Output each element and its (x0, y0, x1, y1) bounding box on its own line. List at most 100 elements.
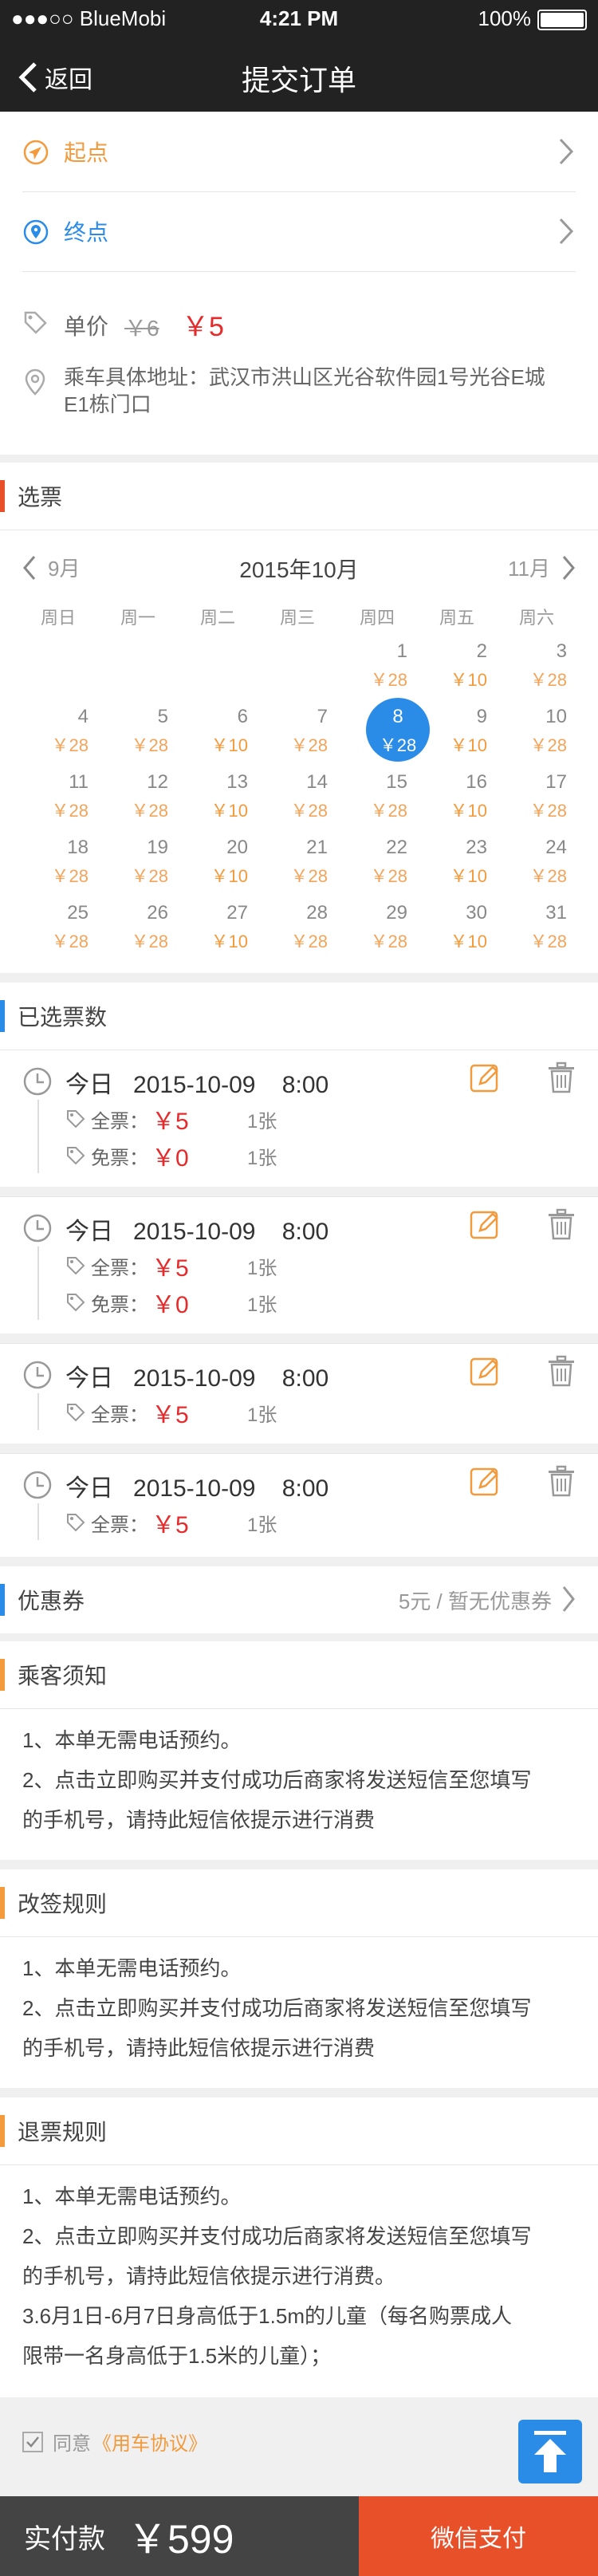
ticket-connector-line (37, 1393, 39, 1430)
day-number: 25 (67, 902, 89, 924)
trash-icon[interactable] (547, 1062, 576, 1093)
trash-icon[interactable] (547, 1355, 576, 1387)
edit-icon[interactable] (469, 1355, 501, 1387)
start-location-row[interactable]: 起点 (0, 112, 598, 191)
fare-type-label: 免票： (91, 1294, 148, 1316)
day-number: 6 (237, 706, 248, 727)
ticket-fare-row: 全票： ￥5 1张 (65, 1101, 277, 1136)
calendar-day[interactable]: 20 ￥10 (192, 837, 272, 888)
section-title: 选票 (18, 485, 63, 510)
calendar-day[interactable]: 29 ￥28 (352, 902, 431, 953)
day-number: 1 (396, 640, 407, 662)
day-price: ￥28 (379, 735, 417, 755)
calendar-day[interactable]: 1 ￥28 (352, 640, 431, 691)
ticket-connector-line (37, 1100, 39, 1173)
calendar-day-selected[interactable]: 8 ￥28 (358, 706, 438, 757)
calendar-day[interactable]: 3 ￥28 (511, 640, 591, 691)
agreement-link[interactable]: 《用车协议》 (92, 2428, 207, 2456)
calendar-day[interactable]: 14 ￥28 (272, 771, 352, 822)
selected-tickets-header: 已选票数 (0, 983, 598, 1050)
calendar-day[interactable]: 6 ￥10 (192, 706, 272, 757)
chevron-right-icon (562, 1586, 575, 1612)
scroll-to-top-button[interactable] (518, 2420, 582, 2483)
day-price: ￥28 (131, 735, 168, 755)
calendar-day[interactable]: 21 ￥28 (272, 837, 352, 888)
day-price: ￥28 (131, 801, 168, 821)
rule-line: 限带一名身高低于1.5米的儿童）； (22, 2344, 332, 2368)
ticket-item: 今日 2015-10-09 8:00 全票： ￥5 1张 (0, 1343, 598, 1444)
ticket-tag-icon (67, 1147, 85, 1165)
calendar-day[interactable]: 11 ￥28 (33, 771, 112, 822)
calendar-day[interactable]: 7 ￥28 (272, 706, 352, 757)
calendar-day[interactable]: 16 ￥10 (431, 771, 511, 822)
fare-type-label: 全票： (91, 1257, 148, 1279)
wechat-pay-button[interactable]: 微信支付 (359, 2496, 598, 2576)
price-tag-icon (24, 311, 47, 334)
day-price: ￥28 (370, 801, 407, 821)
section-accent-bar (0, 1584, 5, 1616)
calendar-day[interactable]: 26 ￥28 (112, 902, 192, 953)
edit-icon[interactable] (469, 1062, 501, 1093)
edit-icon[interactable] (469, 1465, 501, 1497)
calendar-day[interactable]: 15 ￥28 (352, 771, 431, 822)
ticket-tag-icon (67, 1294, 85, 1312)
agree-checkbox[interactable] (22, 2431, 43, 2452)
page-title: 提交订单 (241, 64, 356, 97)
day-number: 13 (226, 771, 248, 793)
section-title: 乘客须知 (18, 1664, 108, 1688)
calendar-day[interactable]: 12 ￥28 (112, 771, 192, 822)
calendar-day[interactable]: 23 ￥10 (431, 837, 511, 888)
calendar-day[interactable]: 17 ￥28 (511, 771, 591, 822)
fare-amount: ￥5 (151, 1255, 189, 1282)
day-number: 5 (157, 706, 168, 727)
rule-line: 1、本单无需电话预约。 (22, 1956, 242, 1980)
calendar-day[interactable]: 25 ￥28 (33, 902, 112, 953)
fare-amount: ￥0 (151, 1292, 189, 1318)
calendar: 9月 2015年10月 11月 周日 周一 周二 周三 周四 周五 周六 1 ￥28 2 ￥10 3… (0, 530, 598, 973)
day-number: 2 (476, 640, 487, 662)
calendar-day[interactable]: 18 ￥28 (33, 837, 112, 888)
rule-line: 3.6月1日-6月7日身高低于1.5m的儿童（每名购票成人 (22, 2304, 512, 2328)
passenger-notice-body: 1、本单无需电话预约。 2、点击立即购买并支付成功后商家将发送短信至您填写 的手… (0, 1708, 598, 1860)
day-number: 21 (306, 837, 328, 858)
calendar-day[interactable]: 28 ￥28 (272, 902, 352, 953)
day-number: 16 (466, 771, 487, 793)
total-label: 实付款 (24, 2523, 105, 2554)
day-number: 18 (67, 837, 89, 858)
checkout-bar: 实付款 ￥599 微信支付 (0, 2496, 598, 2576)
day-number: 28 (306, 902, 328, 924)
top-bar: ●●●○○ BlueMobi 4:21 PM 100% 返回 提交订单 (0, 0, 598, 112)
calendar-day[interactable]: 10 ￥28 (511, 706, 591, 757)
fare-count: 1张 (247, 1147, 277, 1169)
ticket-datetime: 今日 2015-10-09 8:00 (65, 1475, 329, 1502)
ticket-item: 今日 2015-10-09 8:00 全票： ￥5 1张 (0, 1453, 598, 1557)
coupon-value: 5元 / 暂无优惠券 (398, 1589, 552, 1613)
calendar-day[interactable]: 19 ￥28 (112, 837, 192, 888)
edit-icon[interactable] (469, 1208, 501, 1240)
weekday-label: 周四 (359, 608, 395, 628)
day-number: 22 (386, 837, 407, 858)
calendar-day[interactable]: 22 ￥28 (352, 837, 431, 888)
day-price: ￥10 (210, 866, 248, 886)
next-month-button[interactable]: 11月 (508, 553, 576, 582)
day-number: 20 (226, 837, 248, 858)
trash-icon[interactable] (547, 1465, 576, 1497)
calendar-day[interactable]: 5 ￥28 (112, 706, 192, 757)
day-number: 4 (77, 706, 89, 727)
current-price: ￥5 (182, 312, 224, 342)
calendar-day[interactable]: 31 ￥28 (511, 902, 591, 953)
location-pin-icon (23, 219, 49, 245)
notice-line: 2、点击立即购买并支付成功后商家将发送短信至您填写 (22, 1768, 532, 1792)
calendar-day[interactable]: 24 ￥28 (511, 837, 591, 888)
trash-icon[interactable] (547, 1208, 576, 1240)
calendar-day[interactable]: 4 ￥28 (33, 706, 112, 757)
coupon-row[interactable]: 优惠券 5元 / 暂无优惠券 (0, 1566, 598, 1633)
calendar-day[interactable]: 27 ￥10 (192, 902, 272, 953)
change-rules-body: 1、本单无需电话预约。 2、点击立即购买并支付成功后商家将发送短信至您填写 的手… (0, 1936, 598, 2088)
calendar-day[interactable]: 9 ￥10 (431, 706, 511, 757)
fare-amount: ￥5 (151, 1512, 189, 1538)
calendar-day[interactable]: 30 ￥10 (431, 902, 511, 953)
end-location-row[interactable]: 终点 (0, 191, 598, 271)
calendar-day[interactable]: 13 ￥10 (192, 771, 272, 822)
calendar-day[interactable]: 2 ￥10 (431, 640, 511, 691)
